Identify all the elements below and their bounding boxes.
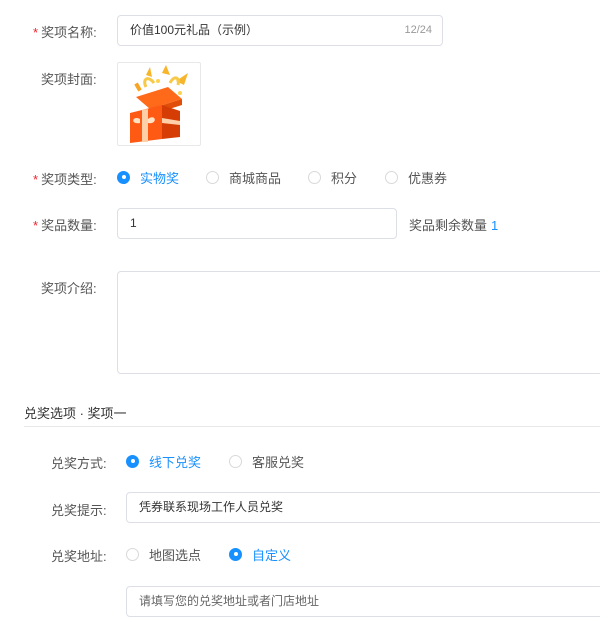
radio-physical-prize[interactable]: 实物奖 bbox=[117, 167, 179, 187]
prize-qty-value: 1 bbox=[130, 216, 137, 230]
radio-dot bbox=[229, 454, 242, 468]
radio-service-redeem[interactable]: 客服兑奖 bbox=[229, 451, 304, 471]
section-divider bbox=[24, 426, 600, 427]
prize-type-label-text: 奖项类型: bbox=[41, 172, 97, 187]
prize-remaining-value: 1 bbox=[491, 218, 499, 233]
radio-label: 实物奖 bbox=[140, 170, 180, 186]
radio-label: 客服兑奖 bbox=[252, 454, 305, 470]
radio-label: 自定义 bbox=[252, 547, 292, 563]
prize-cover-image[interactable] bbox=[117, 62, 201, 146]
prize-qty-input[interactable]: 1 bbox=[117, 208, 397, 239]
prize-name-value: 价值100元礼品（示例） bbox=[130, 23, 259, 37]
radio-dot-selected bbox=[117, 170, 130, 184]
prize-name-char-count: 12/24 bbox=[404, 24, 432, 36]
radio-mall-goods[interactable]: 商城商品 bbox=[206, 167, 281, 187]
radio-label: 线下兑奖 bbox=[149, 454, 202, 470]
gift-box-icon bbox=[130, 65, 188, 143]
radio-map-select[interactable]: 地图选点 bbox=[126, 544, 201, 564]
prize-cover-label: 奖项封面: bbox=[41, 72, 97, 87]
redeem-address-input[interactable]: 请填写您的兑奖地址或者门店地址 bbox=[126, 586, 600, 617]
prize-type-label: * 奖项类型: bbox=[33, 169, 97, 188]
required-mark: * bbox=[33, 172, 39, 187]
radio-label: 积分 bbox=[331, 170, 358, 186]
radio-points[interactable]: 积分 bbox=[308, 167, 357, 187]
radio-dot-selected bbox=[126, 454, 139, 468]
radio-dot bbox=[308, 170, 321, 184]
redeem-tip-label: 兑奖提示: bbox=[51, 503, 107, 518]
redeem-address-label: 兑奖地址: bbox=[51, 549, 107, 564]
redeem-address-placeholder: 请填写您的兑奖地址或者门店地址 bbox=[139, 594, 320, 608]
radio-dot bbox=[126, 547, 139, 561]
radio-dot bbox=[385, 170, 398, 184]
prize-qty-label-text: 奖品数量: bbox=[41, 218, 97, 233]
required-mark: * bbox=[33, 25, 39, 40]
prize-intro-textarea[interactable] bbox=[117, 271, 600, 374]
radio-label: 优惠券 bbox=[408, 170, 448, 186]
prize-name-label-text: 奖项名称: bbox=[41, 25, 97, 40]
radio-offline-redeem[interactable]: 线下兑奖 bbox=[126, 451, 201, 471]
radio-dot-selected bbox=[229, 547, 242, 561]
prize-name-input[interactable]: 价值100元礼品（示例） 12/24 bbox=[117, 15, 443, 46]
radio-dot bbox=[206, 170, 219, 184]
prize-name-label: * 奖项名称: bbox=[33, 22, 97, 41]
radio-coupon[interactable]: 优惠券 bbox=[385, 167, 447, 187]
radio-label: 商城商品 bbox=[229, 170, 282, 186]
prize-remaining-label: 奖品剩余数量 bbox=[409, 218, 488, 233]
radio-custom-address[interactable]: 自定义 bbox=[229, 544, 291, 564]
redeem-tip-input[interactable]: 凭券联系现场工作人员兑奖 bbox=[126, 492, 600, 523]
required-mark: * bbox=[33, 218, 39, 233]
radio-label: 地图选点 bbox=[149, 547, 202, 563]
redeem-method-label: 兑奖方式: bbox=[51, 456, 107, 471]
prize-qty-label: * 奖品数量: bbox=[33, 215, 97, 234]
redeem-tip-value: 凭券联系现场工作人员兑奖 bbox=[139, 500, 284, 514]
prize-intro-label: 奖项介绍: bbox=[41, 281, 97, 296]
redeem-section-title: 兑奖选项 · 奖项一 bbox=[24, 406, 127, 421]
prize-remaining: 奖品剩余数量 1 bbox=[409, 215, 498, 234]
